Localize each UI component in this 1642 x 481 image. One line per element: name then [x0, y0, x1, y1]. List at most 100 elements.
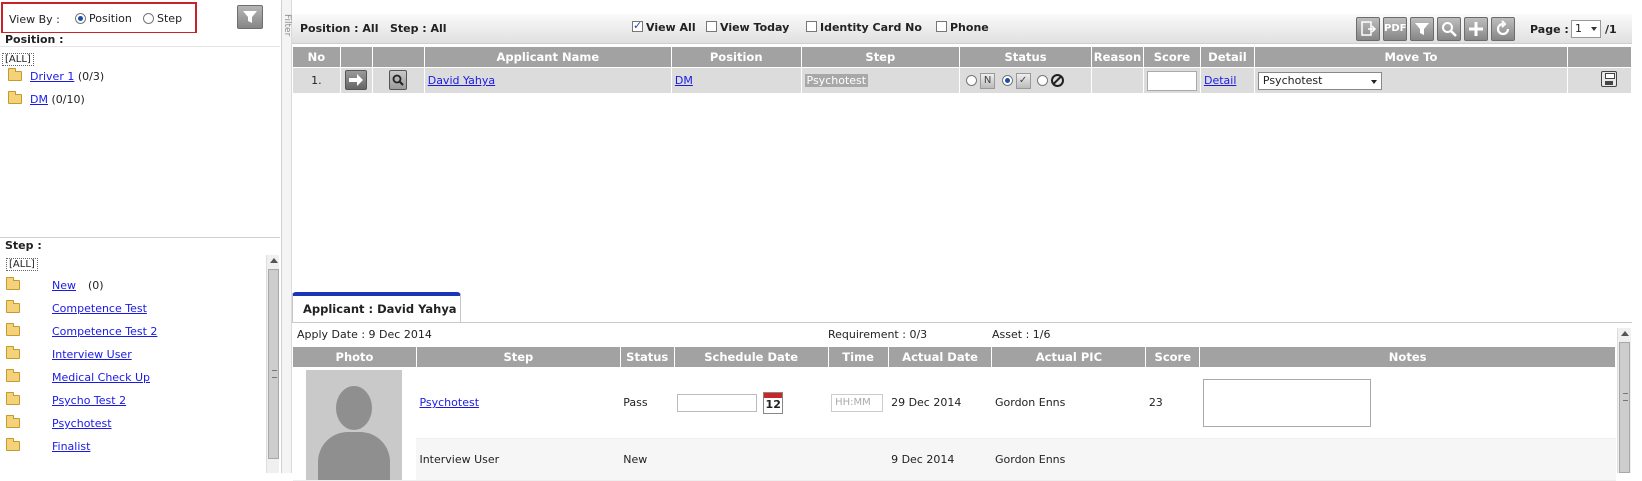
- step-list-scrollbar[interactable]: [266, 255, 279, 473]
- page-label: Page :: [1530, 23, 1569, 36]
- scroll-up-arrow-icon[interactable]: [1621, 331, 1629, 336]
- page-total: /1: [1605, 23, 1617, 36]
- folder-icon: [6, 277, 20, 290]
- step-item-finalist[interactable]: Finalist: [6, 438, 90, 456]
- position-all-link[interactable]: [ALL]: [2, 53, 34, 66]
- time-cell: [828, 438, 889, 481]
- phone-checkbox[interactable]: Phone: [936, 21, 989, 34]
- detail-cell: Detail: [1199, 67, 1255, 94]
- time-cell: HH:MM: [828, 367, 889, 439]
- col-time: Time: [827, 346, 889, 368]
- status-radio-pass[interactable]: [1001, 74, 1013, 86]
- view-applicant-button[interactable]: [371, 67, 425, 94]
- search-button[interactable]: [1437, 17, 1461, 41]
- position-link[interactable]: DM: [675, 74, 693, 87]
- view-by-position-radio[interactable]: Position: [75, 12, 132, 25]
- status-radio-fail[interactable]: [1037, 74, 1049, 86]
- col-score: Score: [1145, 346, 1201, 368]
- toolbar: Position : All Step : All View All View …: [292, 14, 1632, 44]
- step-section-title: Step :: [0, 237, 280, 253]
- detail-scrollbar[interactable]: [1617, 328, 1631, 473]
- history-score: 23: [1145, 367, 1200, 439]
- move-to-select[interactable]: Psychotest: [1257, 71, 1382, 90]
- add-icon: [1469, 22, 1483, 36]
- scrollbar-thumb[interactable]: [1619, 342, 1630, 473]
- step-item-new[interactable]: New (0): [6, 277, 104, 295]
- view-by-step-radio[interactable]: Step: [143, 12, 182, 25]
- step-all-link[interactable]: [ALL]: [6, 258, 38, 271]
- filter-panel-toggle[interactable]: Filter: [282, 0, 292, 473]
- requirement-count: Requirement : 0/3: [828, 328, 928, 341]
- col-score: Score: [1142, 46, 1201, 68]
- filter-button[interactable]: [1410, 17, 1434, 41]
- applicant-table: No Applicant Name Position Step Status R…: [292, 46, 1632, 94]
- identity-card-checkbox[interactable]: Identity Card No: [806, 21, 922, 34]
- checkbox-icon[interactable]: [632, 19, 643, 32]
- left-filter-button[interactable]: [237, 5, 263, 29]
- save-icon[interactable]: [1601, 71, 1617, 87]
- folder-icon: [6, 300, 20, 313]
- col-photo: Photo: [292, 346, 417, 368]
- folder-icon: [6, 438, 20, 451]
- grip-icon: [272, 370, 277, 378]
- step-cell: Psychotest: [800, 67, 961, 94]
- position-item-dm[interactable]: DM (0/10): [8, 91, 85, 109]
- detail-link[interactable]: Detail: [1204, 74, 1236, 87]
- schedule-date-input[interactable]: [677, 393, 758, 412]
- step-item-competence-test-2[interactable]: Competence Test 2: [6, 323, 157, 341]
- pdf-button[interactable]: PDF: [1383, 17, 1407, 41]
- col-position: Position: [670, 46, 802, 68]
- step-item-psychotest[interactable]: Psychotest: [6, 415, 112, 433]
- checkbox-icon[interactable]: [806, 21, 817, 32]
- add-button[interactable]: [1464, 17, 1488, 41]
- open-applicant-button[interactable]: [339, 67, 373, 94]
- col-view: [371, 46, 425, 68]
- history-step: Interview User: [416, 438, 621, 481]
- col-status: Status: [619, 346, 675, 368]
- score-input[interactable]: [1146, 70, 1197, 91]
- history-step-link[interactable]: Psychotest: [419, 396, 479, 409]
- col-actual-date: Actual Date: [887, 346, 993, 368]
- view-by-label: View By :: [9, 13, 60, 26]
- applicant-detail-tab[interactable]: Applicant : David Yahya: [292, 292, 461, 322]
- schedule-date-cell: [674, 438, 829, 481]
- step-item-medical-check-up[interactable]: Medical Check Up: [6, 369, 150, 387]
- status-radio-new[interactable]: [966, 74, 978, 86]
- col-reason: Reason: [1091, 46, 1144, 68]
- filter-icon: [1415, 23, 1429, 35]
- radio-icon[interactable]: [143, 13, 154, 24]
- step-tag: Psychotest: [804, 74, 869, 87]
- folder-icon: [6, 415, 20, 428]
- export-button[interactable]: [1356, 17, 1380, 41]
- col-step: Step: [415, 346, 621, 368]
- step-item-interview-user[interactable]: Interview User: [6, 346, 132, 364]
- step-item-competence-test[interactable]: Competence Test: [6, 300, 147, 318]
- folder-icon: [6, 346, 20, 359]
- checkbox-icon[interactable]: [706, 21, 717, 32]
- calendar-icon[interactable]: 12: [763, 391, 784, 414]
- grip-icon: [1623, 393, 1628, 401]
- time-input[interactable]: HH:MM: [831, 393, 884, 412]
- page-select[interactable]: 1: [1571, 20, 1601, 38]
- arrow-right-icon[interactable]: [345, 69, 368, 90]
- notes-textarea[interactable]: [1202, 378, 1371, 427]
- refresh-button[interactable]: [1491, 17, 1515, 41]
- radio-icon[interactable]: [75, 13, 86, 24]
- applicant-name-link[interactable]: David Yahya: [428, 74, 495, 87]
- scrollbar-thumb[interactable]: [268, 269, 279, 459]
- block-icon: [1051, 74, 1065, 87]
- folder-icon: [6, 369, 20, 382]
- view-today-checkbox[interactable]: View Today: [706, 21, 789, 34]
- checkbox-icon[interactable]: [936, 21, 947, 32]
- filter-status-text: Position : All Step : All: [300, 22, 447, 35]
- table-row: Psychotest Pass 12 HH:MM 29 Dec 2014 Gor…: [292, 367, 1616, 481]
- notes-cell: [1199, 367, 1616, 439]
- scroll-up-arrow-icon[interactable]: [270, 258, 278, 263]
- col-detail: Detail: [1199, 46, 1255, 68]
- view-all-checkbox[interactable]: View All: [632, 19, 696, 34]
- magnifier-icon[interactable]: [389, 69, 408, 90]
- position-item-driver-1[interactable]: Driver 1 (0/3): [8, 68, 104, 86]
- step-item-psycho-test-2[interactable]: Psycho Test 2: [6, 392, 126, 410]
- history-step-cell: Psychotest: [416, 367, 621, 439]
- col-move-to: Move To: [1253, 46, 1569, 68]
